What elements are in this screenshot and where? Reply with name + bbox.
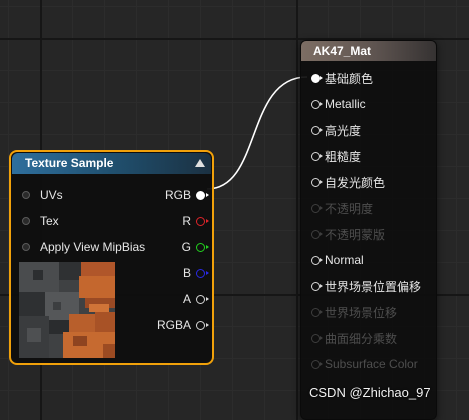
pin-icon[interactable]: [311, 125, 323, 135]
output-pin-b[interactable]: B: [157, 260, 209, 286]
input-pin-icon[interactable]: [22, 243, 30, 251]
pin-world-position-offset[interactable]: 世界场景位置偏移: [301, 273, 436, 299]
pin-icon[interactable]: [311, 177, 323, 187]
pin-connected-icon[interactable]: [311, 73, 323, 83]
pin-label: 世界场景位置偏移: [325, 279, 422, 294]
material-pin-list: 基础颜色 Metallic 高光度 粗糙度 自发光颜色 不透明度 不透明蒙版 N…: [301, 61, 436, 377]
collapse-arrow-icon[interactable]: [195, 159, 205, 167]
pin-label: 世界场景位移: [325, 305, 398, 320]
output-pin-icon[interactable]: [196, 216, 209, 226]
pin-base-color[interactable]: 基础颜色: [301, 65, 436, 91]
texture-node-title: Texture Sample: [25, 156, 114, 170]
texture-node-header[interactable]: Texture Sample: [12, 153, 211, 174]
output-pin-icon[interactable]: [196, 320, 209, 330]
pin-disabled-icon: [311, 359, 323, 369]
pin-label: Subsurface Color: [325, 357, 418, 371]
pin-label: R: [182, 214, 191, 228]
pin-label: G: [181, 240, 191, 254]
pin-icon[interactable]: [311, 255, 323, 265]
pin-icon[interactable]: [311, 281, 323, 291]
output-pin-g[interactable]: G: [157, 234, 209, 260]
input-pin-apply-view-mipbias[interactable]: Apply View MipBias: [22, 234, 145, 260]
output-pin-connected-icon[interactable]: [196, 190, 209, 200]
material-result-node[interactable]: AK47_Mat 基础颜色 Metallic 高光度 粗糙度 自发光颜色 不透明…: [300, 40, 437, 420]
pin-disabled-icon: [311, 203, 323, 213]
output-pin-r[interactable]: R: [157, 208, 209, 234]
output-pin-rgba[interactable]: RGBA: [156, 312, 209, 338]
input-pin-uvs[interactable]: UVs: [22, 182, 145, 208]
pin-roughness[interactable]: 粗糙度: [301, 143, 436, 169]
output-pin-rgb[interactable]: RGB: [157, 182, 209, 208]
input-pin-tex[interactable]: Tex: [22, 208, 145, 234]
pin-icon[interactable]: [311, 99, 323, 109]
input-pin-icon[interactable]: [22, 191, 30, 199]
pin-icon[interactable]: [311, 151, 323, 161]
pin-label: Apply View MipBias: [40, 240, 146, 254]
pin-label: 曲面细分乘数: [325, 331, 398, 346]
pin-label: 粗糙度: [325, 149, 362, 164]
output-pin-a[interactable]: A: [157, 286, 209, 312]
pin-label: RGB: [164, 188, 191, 202]
pin-label: A: [182, 292, 191, 306]
material-node-title: AK47_Mat: [301, 41, 436, 61]
pin-subsurface-color: Subsurface Color: [301, 351, 436, 377]
pin-label: UVs: [40, 188, 63, 202]
texture-preview-image: [19, 262, 115, 358]
pin-label: 自发光颜色: [325, 175, 386, 190]
pin-normal[interactable]: Normal: [301, 247, 436, 273]
texture-sample-node[interactable]: Texture Sample UVs Tex Apply View MipBia…: [9, 150, 214, 365]
pin-label: 基础颜色: [325, 71, 374, 86]
pin-tessellation-multiplier: 曲面细分乘数: [301, 325, 436, 351]
texture-preview-thumbnail: [19, 262, 115, 358]
pin-metallic[interactable]: Metallic: [301, 91, 436, 117]
pin-disabled-icon: [311, 333, 323, 343]
rgb-to-base-color-wire[interactable]: [206, 76, 308, 190]
texture-output-pins: RGB R G B A RGBA: [156, 182, 209, 338]
output-pin-icon[interactable]: [196, 294, 209, 304]
pin-opacity-mask: 不透明蒙版: [301, 221, 436, 247]
pin-label: 不透明度: [325, 201, 374, 216]
texture-input-pins: UVs Tex Apply View MipBias: [22, 182, 145, 260]
pin-label: B: [182, 266, 191, 280]
watermark-text: CSDN @Zhichao_97: [309, 385, 431, 400]
pin-label: Normal: [325, 253, 364, 267]
output-pin-icon[interactable]: [196, 242, 209, 252]
pin-disabled-icon: [311, 307, 323, 317]
pin-label: RGBA: [156, 318, 191, 332]
pin-emissive-color[interactable]: 自发光颜色: [301, 169, 436, 195]
pin-disabled-icon: [311, 229, 323, 239]
pin-opacity: 不透明度: [301, 195, 436, 221]
output-pin-icon[interactable]: [196, 268, 209, 278]
pin-label: 高光度: [325, 123, 362, 138]
pin-specular[interactable]: 高光度: [301, 117, 436, 143]
input-pin-icon[interactable]: [22, 217, 30, 225]
pin-label: Metallic: [325, 97, 366, 111]
pin-label: 不透明蒙版: [325, 227, 386, 242]
pin-label: Tex: [40, 214, 59, 228]
pin-world-displacement: 世界场景位移: [301, 299, 436, 325]
